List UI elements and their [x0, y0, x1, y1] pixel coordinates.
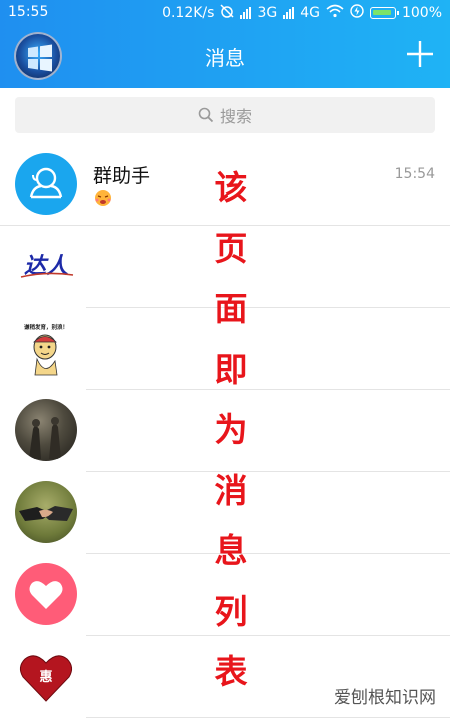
dark-photo-avatar — [15, 399, 77, 461]
add-button[interactable] — [404, 38, 436, 70]
overlay-char: 该 — [214, 168, 248, 207]
row-divider — [86, 717, 450, 718]
watermark: 爱刨根知识网 — [332, 683, 438, 708]
rose-heart-icon: 惠 — [19, 655, 73, 702]
group-icon — [29, 167, 63, 199]
network-3g: 3G — [257, 5, 278, 21]
battery-percent: 100% — [401, 5, 442, 21]
plus-icon — [407, 41, 433, 67]
overlay-char: 面 — [214, 289, 248, 328]
overlay-char: 息 — [214, 531, 248, 570]
red-heart-avatar: 惠 — [15, 645, 77, 707]
page-title: 消息 — [205, 46, 245, 70]
overlay-char: 为 — [214, 410, 248, 449]
charging-icon — [350, 4, 364, 22]
conversation-name: 群助手 — [93, 165, 151, 187]
status-indicators: 0.12K/s 3G 4G 100% — [162, 4, 442, 22]
status-time: 15:55 — [8, 4, 49, 20]
overlay-char: 表 — [214, 652, 248, 691]
group-assistant-avatar — [15, 153, 77, 215]
status-bar: 15:55 0.12K/s 3G 4G 100% — [0, 0, 450, 26]
conversation-time: 15:54 — [394, 166, 435, 182]
heart-avatar — [15, 563, 77, 625]
heart-icon — [29, 581, 63, 609]
overlay-annotation: 该 页 面 即 为 消 息 列 表 — [208, 165, 254, 710]
daren-logo-avatar: 达人 — [15, 235, 77, 297]
signal-icon-2 — [283, 7, 295, 19]
wifi-icon — [326, 4, 344, 22]
overlay-char: 页 — [214, 228, 248, 268]
emoji-icon — [93, 189, 113, 207]
heart-text: 惠 — [39, 669, 52, 685]
search-area: 搜索 — [0, 88, 450, 144]
overlay-char: 消 — [214, 470, 248, 510]
meme-avatar: 谦稍发育，别浪！ — [15, 317, 77, 379]
battery-icon — [369, 7, 399, 19]
search-input[interactable]: 搜索 — [15, 97, 435, 133]
handshake-avatar — [15, 481, 77, 543]
search-placeholder: 搜索 — [219, 107, 252, 126]
top-bar: 15:55 0.12K/s 3G 4G 100% 消息 — [0, 0, 450, 88]
header: 消息 — [0, 26, 450, 88]
alarm-off-icon — [220, 4, 234, 22]
meme-caption: 谦稍发育，别浪！ — [24, 323, 68, 331]
app-screen: 15:55 0.12K/s 3G 4G 100% 消息 搜索 群助手 15:54… — [0, 0, 450, 720]
overlay-char: 即 — [214, 349, 248, 389]
search-icon — [198, 107, 214, 123]
signal-icon — [240, 7, 252, 19]
network-4g: 4G — [300, 5, 320, 21]
network-speed: 0.12K/s — [162, 5, 215, 21]
overlay-char: 列 — [214, 591, 248, 631]
